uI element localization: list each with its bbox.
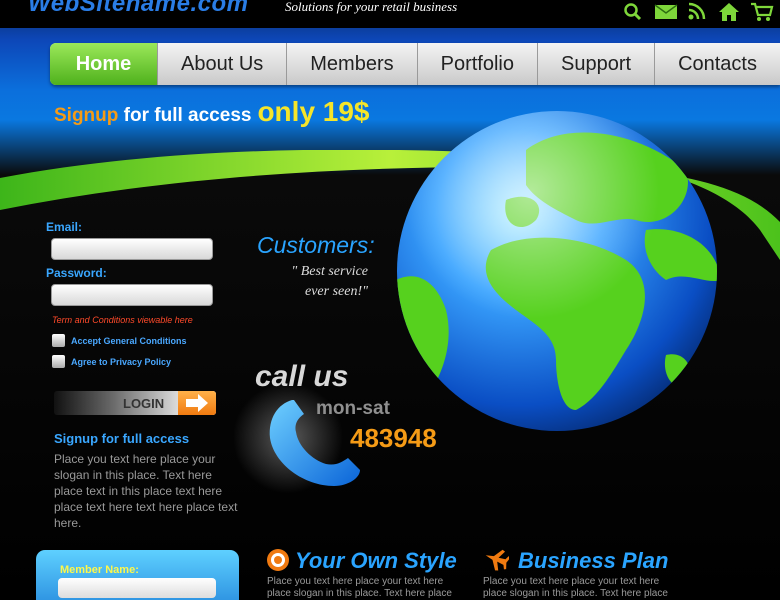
- accept-conditions-label: Accept General Conditions: [71, 336, 187, 346]
- member-name-label: Member Name:: [60, 564, 139, 576]
- rss-icon[interactable]: [686, 2, 708, 22]
- tagline: Solutions for your retail business: [285, 0, 458, 14]
- signup-rest: for full access: [118, 105, 252, 126]
- email-field[interactable]: [51, 238, 213, 260]
- password-field[interactable]: [51, 284, 213, 306]
- feature-title-style[interactable]: Your Own Style: [295, 548, 457, 574]
- signup-section-title: Signup for full access: [54, 431, 190, 446]
- home-icon[interactable]: [718, 2, 740, 22]
- call-us-heading: call us: [255, 360, 349, 393]
- login-button[interactable]: LOGIN: [54, 391, 216, 415]
- privacy-policy-checkbox[interactable]: [52, 355, 65, 368]
- page: WebSitename.com Solutions for your retai…: [0, 0, 780, 600]
- nav-tab-about-us[interactable]: About Us: [157, 43, 286, 85]
- accept-conditions-checkbox[interactable]: [52, 334, 65, 347]
- terms-link[interactable]: Term and Conditions viewable here: [52, 315, 193, 325]
- password-label: Password:: [46, 266, 107, 280]
- phone-number[interactable]: 483948: [350, 423, 437, 454]
- mail-icon[interactable]: [654, 2, 678, 22]
- customers-title: Customers:: [257, 232, 375, 258]
- nav-tab-home[interactable]: Home: [50, 43, 157, 85]
- feature-title-business-plan[interactable]: Business Plan: [518, 548, 668, 574]
- airplane-icon: [485, 549, 509, 571]
- main-nav: Home About Us Members Portfolio Support …: [50, 43, 780, 85]
- top-bar: WebSitename.com Solutions for your retai…: [0, 0, 780, 28]
- site-logo[interactable]: WebSitename.com: [28, 0, 248, 18]
- member-box: Member Name:: [36, 550, 239, 600]
- feature-text-style: Place you text here place your text here…: [267, 576, 452, 599]
- nav-tab-support[interactable]: Support: [537, 43, 654, 85]
- nav-tab-contacts[interactable]: Contacts: [654, 43, 780, 85]
- top-icons: [622, 2, 774, 22]
- login-button-label: LOGIN: [123, 396, 165, 411]
- nav-tab-portfolio[interactable]: Portfolio: [416, 43, 537, 85]
- nav-tab-members[interactable]: Members: [286, 43, 416, 85]
- customers-quote: " Best service ever seen!": [291, 264, 368, 299]
- globe-image: [397, 111, 717, 431]
- email-label: Email:: [46, 220, 83, 234]
- cart-icon[interactable]: [750, 2, 774, 22]
- search-icon[interactable]: [622, 2, 644, 22]
- arrow-right-icon: [178, 391, 216, 415]
- privacy-policy-label: Agree to Privacy Policy: [71, 357, 172, 367]
- signup-word: Signup: [54, 105, 119, 126]
- signup-price: only 19$: [257, 96, 370, 127]
- call-days: mon-sat: [316, 398, 390, 419]
- feature-text-business-plan: Place you text here place your text here…: [483, 576, 668, 599]
- signup-section-text: Place you text here place your slogan in…: [54, 452, 238, 530]
- signup-promo[interactable]: Signup for full access only 19$: [54, 96, 370, 128]
- member-name-field[interactable]: [58, 578, 216, 598]
- target-icon: [267, 549, 289, 571]
